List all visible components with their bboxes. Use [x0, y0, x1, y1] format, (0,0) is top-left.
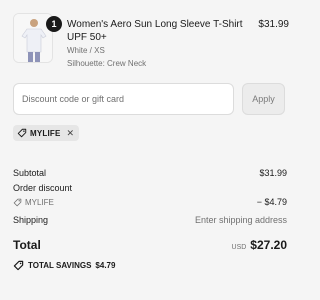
order-discount-code: MYLIFE: [25, 197, 54, 207]
product-variant: White / XS: [67, 46, 105, 55]
shipping-row: Shipping Enter shipping address: [13, 215, 287, 225]
close-icon[interactable]: ✕: [67, 128, 75, 138]
quantity-badge: 1: [46, 16, 62, 32]
subtotal-value: $31.99: [259, 168, 287, 178]
subtotal-row: Subtotal $31.99: [13, 168, 287, 178]
order-discount-label: Order discount: [13, 183, 73, 193]
apply-button[interactable]: Apply: [242, 83, 285, 115]
total-savings-amount: $4.79: [95, 261, 116, 270]
total-amount: $27.20: [250, 238, 287, 252]
subtotal-label: Subtotal: [13, 168, 47, 178]
tag-icon: [13, 260, 24, 271]
total-label: Total: [13, 238, 41, 252]
applied-discount-code: MYLIFE: [30, 128, 61, 138]
product-title: Women's Aero Sun Long Sleeve T-Shirt UPF…: [67, 19, 243, 43]
product-price: $31.99: [258, 19, 289, 30]
shipping-value: Enter shipping address: [194, 215, 287, 225]
discount-form: Apply: [13, 83, 285, 115]
total-savings: TOTAL SAVINGS $4.79: [13, 260, 115, 271]
shipping-label: Shipping: [13, 215, 49, 225]
order-discount-row: MYLIFE − $4.79: [13, 197, 287, 207]
applied-discount-tag: MYLIFE ✕: [13, 125, 80, 141]
order-discount-code-line: MYLIFE: [13, 198, 54, 207]
order-discount-label-row: Order discount: [13, 183, 287, 193]
total-savings-label: TOTAL SAVINGS: [28, 261, 92, 270]
tag-icon: [13, 198, 22, 206]
discount-code-input[interactable]: [13, 83, 234, 115]
tag-icon: [17, 128, 27, 138]
total-currency: USD: [231, 244, 247, 251]
total-row: Total USD $27.20: [13, 238, 287, 252]
product-silhouette: Silhouette: Crew Neck: [67, 59, 147, 68]
order-discount-value: − $4.79: [256, 197, 287, 207]
line-item: 1 Women's Aero Sun Long Sleeve T-Shirt U…: [13, 8, 291, 72]
